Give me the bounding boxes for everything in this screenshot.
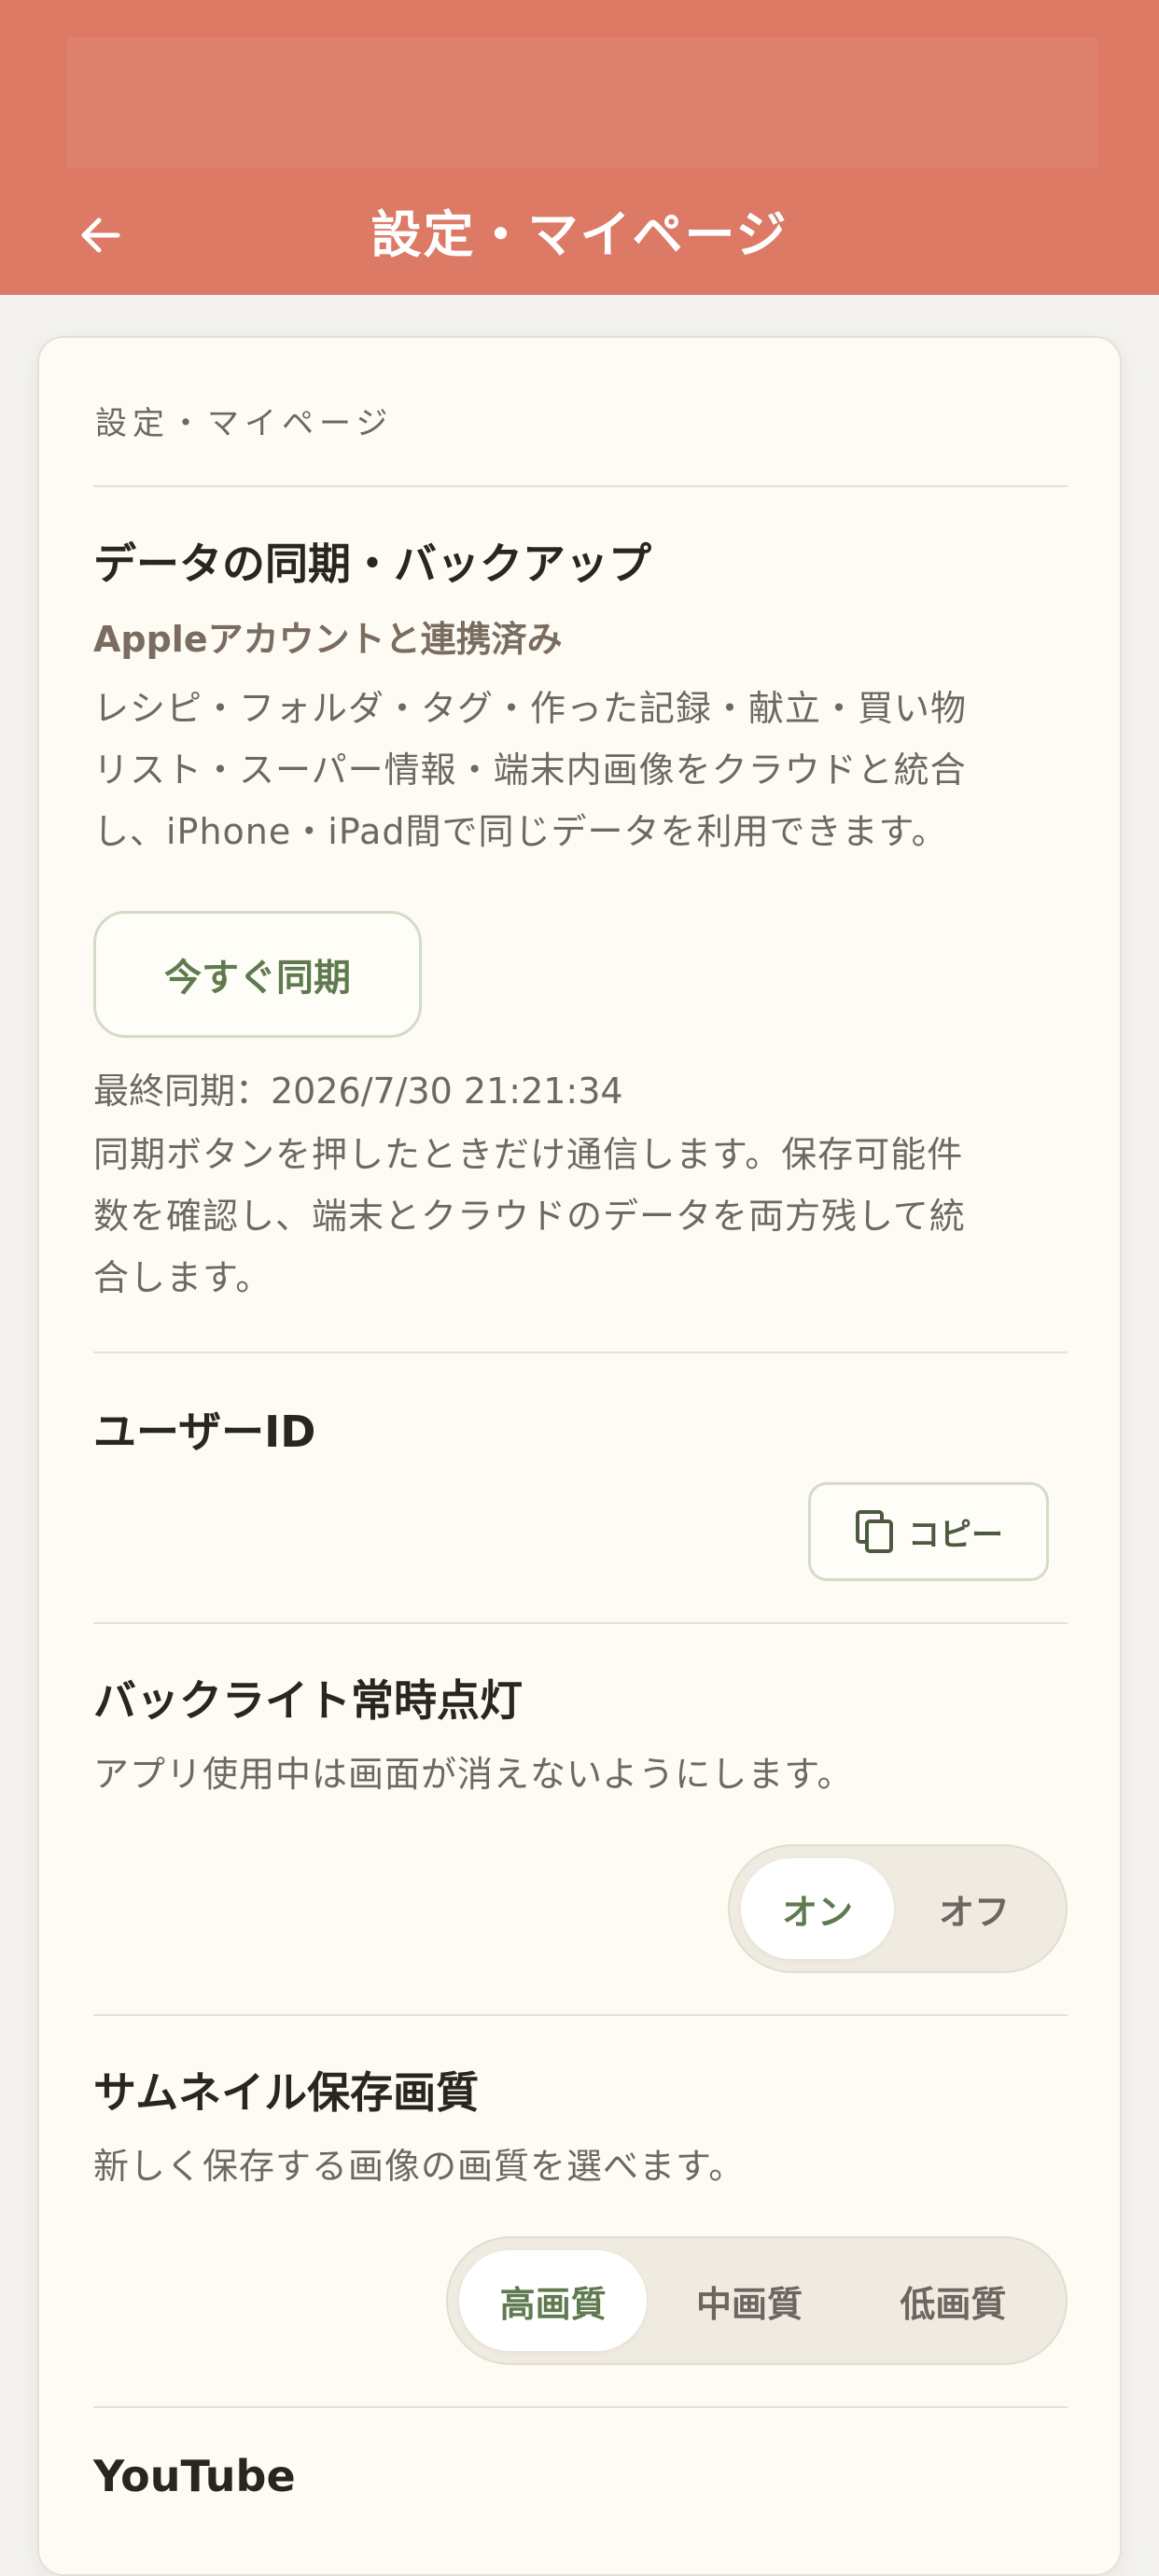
thumbnail-quality-selector: 高画質 中画質 低画質 [446,2236,1068,2365]
backlight-on-option[interactable]: オン [741,1858,894,1959]
sync-description-line: レシピ・フォルダ・タグ・作った記録・献立・買い物 [93,688,968,729]
user-id-title: ユーザーID [93,1407,316,1457]
sync-note-line: 数を確認し、端末とクラウドのデータを両方残して統 [93,1196,966,1237]
arrow-left-icon [81,217,120,253]
page-title: 設定・マイページ [370,205,789,264]
quality-medium-option[interactable]: 中画質 [647,2250,851,2351]
app-header: 設定・マイページ [0,0,1159,295]
sync-section-title: データの同期・バックアップ [93,539,651,589]
sync-note: 同期ボタンを押したときだけ通信します。保存可能件 数を確認し、端末とクラウドのデ… [93,1124,966,1309]
account-status: Appleアカウントと連携済み [93,619,563,660]
backlight-title: バックライト常時点灯 [93,1675,523,1726]
sync-description: レシピ・フォルダ・タグ・作った記録・献立・買い物 リスト・スーパー情報・端末内画… [93,678,967,862]
card-kicker: 設定・マイページ [95,405,394,442]
sync-note-line: 合します。 [93,1257,272,1298]
divider [93,485,1068,487]
divider [93,1622,1068,1624]
sync-description-line: し、iPhone・iPad間で同じデータを利用できます。 [93,811,948,852]
thumbnail-description: 新しく保存する画像の画質を選べます。 [93,2146,746,2187]
divider [93,2014,1068,2016]
youtube-title: YouTube [93,2451,296,2501]
divider [93,1351,1068,1353]
sync-now-button[interactable]: 今すぐ同期 [93,911,422,1038]
settings-card: 設定・マイページ データの同期・バックアップ Appleアカウントと連携済み レ… [37,336,1122,2576]
copy-icon [856,1510,893,1553]
status-bar-area [67,37,1097,168]
sync-description-line: リスト・スーパー情報・端末内画像をクラウドと統合 [93,749,967,791]
backlight-toggle: オン オフ [728,1844,1068,1973]
backlight-off-option[interactable]: オフ [894,1858,1054,1959]
quality-high-option[interactable]: 高画質 [459,2250,648,2351]
divider [93,2406,1068,2408]
back-button[interactable] [62,198,140,273]
quality-low-option[interactable]: 低画質 [852,2250,1054,2351]
sync-note-line: 同期ボタンを押したときだけ通信します。保存可能件 [93,1134,964,1175]
thumbnail-title: サムネイル保存画質 [93,2067,480,2118]
copy-button[interactable]: コピー [808,1482,1049,1581]
backlight-description: アプリ使用中は画面が消えないようにします。 [93,1754,854,1795]
copy-label: コピー [908,1516,1003,1554]
last-sync-time: 最終同期：2026/7/30 21:21:34 [93,1071,623,1112]
